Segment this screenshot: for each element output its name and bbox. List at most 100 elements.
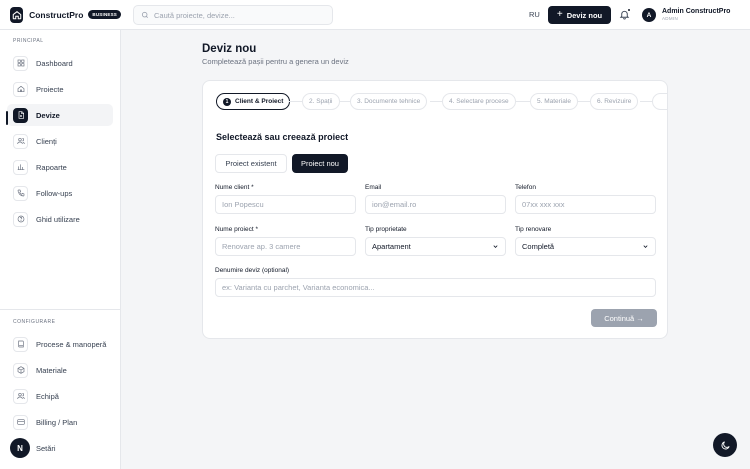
step-connector — [430, 101, 442, 102]
renovation-type-value: Completă — [522, 242, 555, 251]
step-revizuire[interactable]: 6. Revizuire — [590, 93, 639, 110]
top-bar: ConstructPro BUSINESS — [0, 0, 750, 30]
step-connector — [578, 101, 590, 102]
help-circle-icon — [13, 211, 28, 227]
sidebar-item-label: Materiale — [36, 365, 67, 375]
step-connector — [289, 101, 302, 102]
sidebar-item-label: Setări — [36, 443, 56, 453]
document-icon — [13, 107, 28, 123]
sidebar-item-materiale[interactable]: Materiale — [7, 359, 113, 381]
stepper: 1 Client & Proiect 2. Spații 3. Document… — [216, 93, 667, 110]
estimate-name-label: Denumire deviz (optional) — [215, 267, 290, 274]
user-role: ADMIN — [662, 16, 678, 21]
team-icon — [13, 388, 28, 404]
brand[interactable]: ConstructPro BUSINESS — [0, 0, 121, 30]
sidebar-item-echipa[interactable]: Echipă — [7, 385, 113, 407]
renovation-type-select[interactable]: Completă — [515, 237, 656, 256]
section-label-main: PRINCIPAL — [13, 38, 44, 44]
continue-button[interactable]: Continuă → — [591, 309, 657, 327]
step-procese[interactable]: 4. Selectare procese — [442, 93, 516, 110]
property-type-select[interactable]: Apartament — [365, 237, 506, 256]
existing-project-button[interactable]: Proiect existent — [215, 154, 287, 173]
step-spatii[interactable]: 2. Spații — [302, 93, 340, 110]
sidebar-item-clienti[interactable]: Clienți — [7, 130, 113, 152]
phone-label: Telefon — [515, 184, 536, 191]
project-name-input[interactable] — [215, 237, 356, 256]
search-box[interactable] — [133, 5, 333, 25]
sidebar-item-label: Rapoarte — [36, 162, 67, 172]
sidebar-item-proiecte[interactable]: Proiecte — [7, 78, 113, 100]
step-connector — [340, 101, 350, 102]
house-logo-icon — [10, 6, 24, 23]
sidebar-item-label: Ghid utilizare — [36, 214, 80, 224]
user-name[interactable]: Admin ConstructPro — [662, 8, 730, 15]
sidebar-item-procese[interactable]: Procese & manoperă — [7, 333, 113, 355]
sidebar-item-label: Procese & manoperă — [36, 339, 107, 349]
sidebar-item-rapoarte[interactable]: Rapoarte — [7, 156, 113, 178]
project-name-label: Nume proiect * — [215, 226, 258, 233]
sidebar-item-ghid[interactable]: Ghid utilizare — [7, 208, 113, 230]
step-number: 1 — [223, 97, 231, 106]
step-label: 6. Revizuire — [597, 98, 632, 105]
chevron-down-icon — [643, 245, 648, 248]
step-next-hidden[interactable] — [652, 93, 667, 110]
sidebar-item-label: Billing / Plan — [36, 417, 78, 427]
book-icon — [13, 336, 28, 352]
phone-input[interactable] — [515, 195, 656, 214]
box-icon — [13, 362, 28, 378]
bar-chart-icon — [13, 159, 28, 175]
users-icon — [13, 133, 28, 149]
phone-icon — [13, 185, 28, 201]
new-project-button[interactable]: Proiect nou — [292, 154, 348, 173]
client-name-input[interactable] — [215, 195, 356, 214]
step-label: 5. Materiale — [537, 98, 571, 105]
sidebar: PRINCIPAL Dashboard Proiecte Devize Clie… — [0, 30, 121, 469]
sidebar-item-billing[interactable]: Billing / Plan — [7, 411, 113, 433]
search-input[interactable] — [154, 10, 324, 20]
step-label: 4. Selectare procese — [449, 98, 509, 105]
sidebar-item-follow-ups[interactable]: Follow-ups — [7, 182, 113, 204]
sidebar-item-dashboard[interactable]: Dashboard — [7, 52, 113, 74]
email-input[interactable] — [365, 195, 506, 214]
step-materiale[interactable]: 5. Materiale — [530, 93, 578, 110]
grid-icon — [13, 55, 28, 71]
avatar[interactable]: A — [642, 8, 656, 22]
email-label: Email — [365, 184, 382, 191]
sidebar-divider — [0, 309, 121, 310]
plus-icon: + — [556, 9, 563, 20]
plan-badge: BUSINESS — [88, 10, 121, 19]
chevron-down-icon — [493, 245, 498, 248]
search-icon — [141, 11, 148, 18]
credit-card-icon — [13, 414, 28, 430]
estimate-name-input[interactable] — [215, 278, 656, 297]
sidebar-item-devize[interactable]: Devize — [7, 104, 113, 126]
home-icon — [13, 81, 28, 97]
sidebar-item-label: Dashboard — [36, 58, 73, 68]
sidebar-item-label: Echipă — [36, 391, 59, 401]
form-title: Selectează sau creează proiect — [216, 132, 349, 142]
sidebar-item-label: Proiecte — [36, 84, 64, 94]
step-client-proiect[interactable]: 1 Client & Proiect — [216, 93, 291, 110]
client-name-label: Nume client * — [215, 184, 254, 191]
wizard-card: 1 Client & Proiect 2. Spații 3. Document… — [202, 80, 668, 339]
step-label: 2. Spații — [309, 98, 333, 105]
notification-dot — [627, 8, 631, 12]
sidebar-item-label: Follow-ups — [36, 188, 73, 198]
active-indicator — [6, 111, 8, 125]
page-title: Deviz nou — [202, 43, 257, 55]
sidebar-item-label: Devize — [36, 110, 60, 120]
language-switch[interactable]: RU — [529, 10, 540, 19]
new-estimate-button[interactable]: + Deviz nou — [548, 6, 611, 24]
moon-icon — [721, 440, 730, 449]
sidebar-item-label: Clienți — [36, 136, 57, 146]
step-label: 3. Documente tehnice — [357, 98, 421, 105]
new-estimate-label: Deviz nou — [566, 10, 603, 20]
step-documente[interactable]: 3. Documente tehnice — [350, 93, 428, 110]
property-type-value: Apartament — [372, 242, 411, 251]
renovation-type-label: Tip renovare — [515, 226, 552, 233]
step-label: Client & Proiect — [235, 98, 284, 105]
footer-logo[interactable]: N — [10, 438, 30, 458]
theme-toggle-button[interactable] — [713, 433, 737, 457]
property-type-label: Tip proprietate — [365, 226, 407, 233]
page-subtitle: Completează pașii pentru a genera un dev… — [202, 57, 349, 66]
